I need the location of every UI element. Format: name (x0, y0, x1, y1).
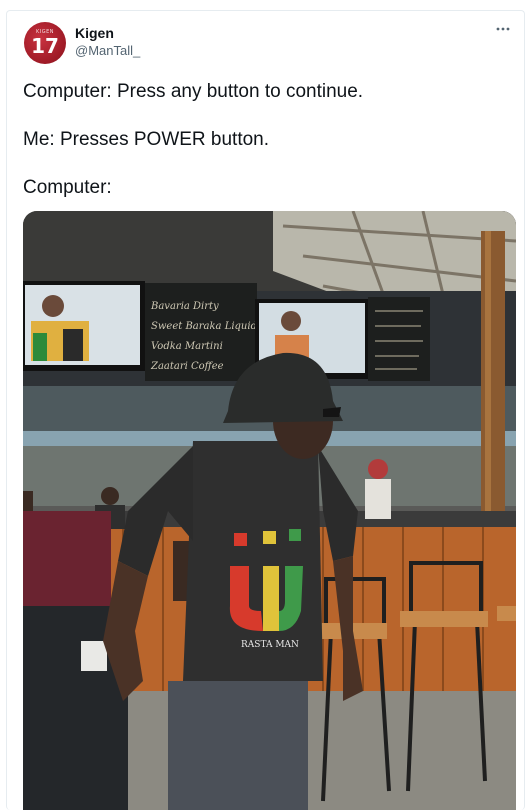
tweet-text-line-3: Computer: (23, 177, 112, 198)
chalk-line-4: Zaatari Coffee (150, 361, 224, 372)
author-name[interactable]: Kigen (75, 25, 114, 41)
tweet-text-line-1: Computer: Press any button to continue. (23, 81, 364, 102)
avatar-number: 17 (31, 34, 59, 58)
photo-illustration: Bavaria Dirty Sweet Baraka Liquid Vodka … (23, 211, 516, 810)
chalk-line-1: Bavaria Dirty (150, 301, 219, 312)
more-horizontal-icon (496, 27, 510, 31)
author-handle[interactable]: @ManTall_ (75, 43, 140, 58)
more-options-button[interactable] (492, 21, 514, 37)
tweet-text-line-2: Me: Presses POWER button. (23, 129, 270, 150)
chalk-line-2: Sweet Baraka Liquid (151, 321, 257, 332)
tweet-card[interactable]: KIGEN 17 Kigen @ManTall_ Computer: Press… (6, 10, 525, 810)
chalk-line-3: Vodka Martini (151, 341, 223, 352)
shirt-text: RASTA MAN (241, 640, 299, 650)
avatar[interactable]: KIGEN 17 (24, 22, 66, 64)
tweet-photo[interactable]: Bavaria Dirty Sweet Baraka Liquid Vodka … (23, 211, 516, 810)
